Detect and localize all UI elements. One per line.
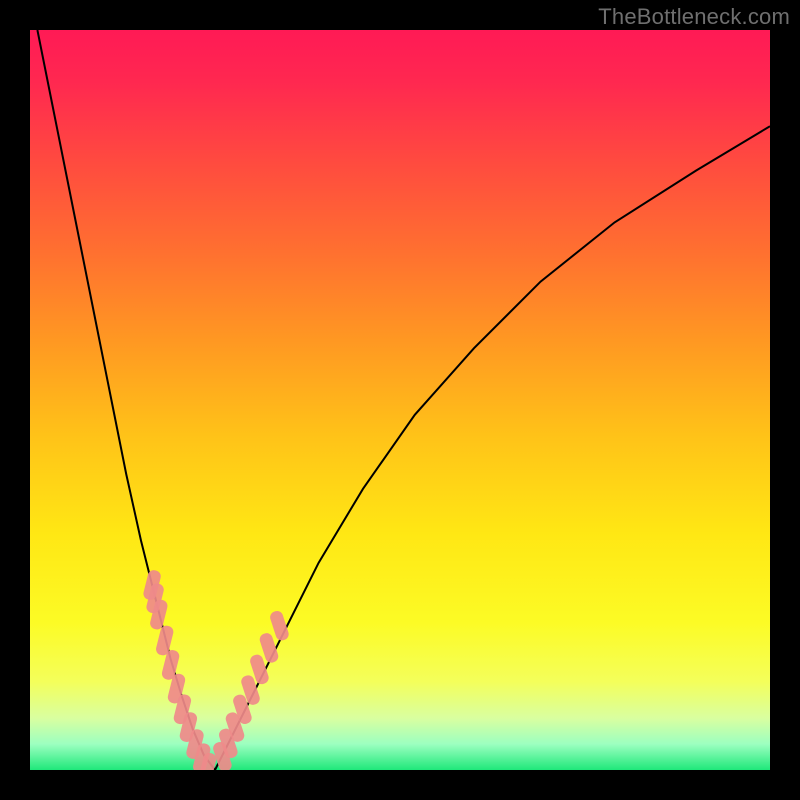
left-curve — [37, 30, 215, 770]
plot-area — [30, 30, 770, 770]
chart-frame: TheBottleneck.com — [0, 0, 800, 800]
right-curve — [215, 126, 770, 770]
markers-right — [212, 609, 291, 770]
curves-layer — [30, 30, 770, 770]
markers-left — [142, 569, 217, 770]
watermark-text: TheBottleneck.com — [598, 4, 790, 30]
